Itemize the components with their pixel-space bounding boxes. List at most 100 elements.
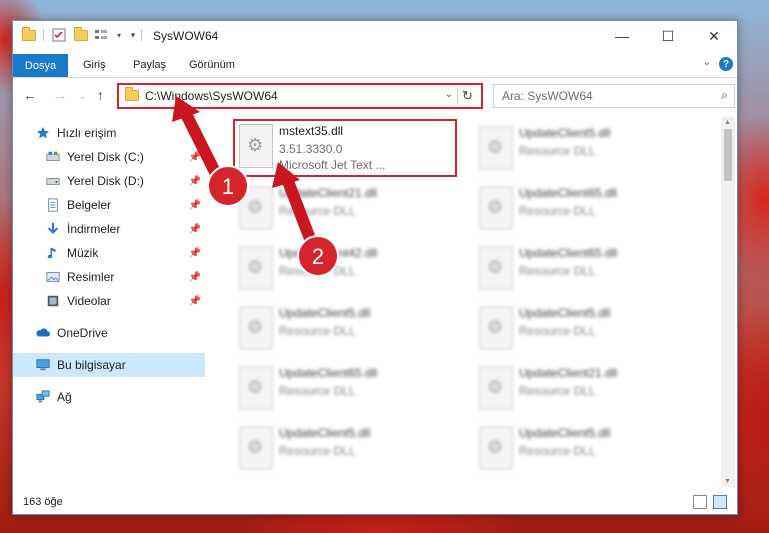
file-type: Resource DLL xyxy=(279,324,356,338)
sidebar-item-label: Hızlı erişim xyxy=(57,126,117,140)
sidebar-item-documents[interactable]: Belgeler 📌 xyxy=(13,193,205,217)
folder-icon[interactable] xyxy=(21,26,37,43)
expand-ribbon-icon[interactable]: ⌄ xyxy=(703,57,711,68)
file-item[interactable]: UpdateClient5.dll Resource DLL xyxy=(471,121,695,177)
sidebar-item-local-disk-c[interactable]: Yerel Disk (C:) 📌 xyxy=(13,145,205,169)
tab-view[interactable]: Görünüm xyxy=(189,59,235,71)
sidebar-item-videos[interactable]: Videolar 📌 xyxy=(13,289,205,313)
pictures-icon xyxy=(46,272,60,282)
pin-icon[interactable]: 📌 xyxy=(189,152,201,163)
file-item[interactable]: UpdateClient21.dll Resource DLL xyxy=(471,361,695,417)
search-input[interactable]: Ara: SysWOW64 ⌕ xyxy=(493,84,735,108)
pin-icon[interactable]: 📌 xyxy=(189,248,201,259)
dll-file-icon xyxy=(479,186,513,230)
drive-icon xyxy=(46,177,60,185)
dll-file-icon xyxy=(479,306,513,350)
dll-file-icon xyxy=(479,426,513,470)
vertical-scrollbar[interactable]: ▲ ▼ xyxy=(721,117,735,487)
maximize-button[interactable]: ☐ xyxy=(645,21,691,51)
dll-file-icon xyxy=(479,246,513,290)
sidebar-item-downloads[interactable]: İndirmeler 📌 xyxy=(13,217,205,241)
file-name: UpdateClient42.dll xyxy=(279,246,378,260)
view-menu-icon[interactable] xyxy=(93,27,109,43)
file-type: Resource DLL xyxy=(519,264,596,278)
status-bar: 163 öğe xyxy=(13,490,737,514)
star-icon xyxy=(36,126,50,139)
sidebar-item-onedrive[interactable]: OneDrive xyxy=(13,321,205,345)
tiles-view-icon[interactable] xyxy=(713,495,727,509)
scroll-thumb[interactable] xyxy=(724,129,732,181)
file-item[interactable]: UpdateClient42.dll Resource DLL xyxy=(231,241,455,297)
properties-icon[interactable] xyxy=(51,27,67,43)
sidebar-item-local-disk-d[interactable]: Yerel Disk (D:) 📌 xyxy=(13,169,205,193)
sidebar-item-label: İndirmeler xyxy=(67,222,121,236)
file-name: UpdateClient65.dll xyxy=(279,366,378,380)
file-item-mstext35[interactable]: mstext35.dll 3.51.3330.0 Microsoft Jet T… xyxy=(231,119,457,177)
pin-icon[interactable]: 📌 xyxy=(189,224,201,235)
drive-icon xyxy=(46,151,60,161)
file-type: Resource DLL xyxy=(519,384,596,398)
window-title: SysWOW64 xyxy=(153,29,219,43)
title-bar: ▾ ▾ SysWOW64 — ☐ ✕ xyxy=(13,21,737,51)
sidebar-item-pictures[interactable]: Resimler 📌 xyxy=(13,265,205,289)
sidebar-item-music[interactable]: Müzik 📌 xyxy=(13,241,205,265)
dll-file-icon xyxy=(239,186,273,230)
tab-file[interactable]: Dosya xyxy=(13,54,68,77)
sidebar-item-label: Ağ xyxy=(57,390,72,404)
details-view-icon[interactable] xyxy=(693,495,707,509)
pin-icon[interactable]: 📌 xyxy=(189,296,201,307)
item-count: 163 öğe xyxy=(23,496,63,508)
search-icon[interactable]: ⌕ xyxy=(721,88,728,103)
new-folder-icon[interactable] xyxy=(73,26,89,43)
file-type: Resource DLL xyxy=(519,204,596,218)
file-item[interactable]: UpdateClient5.dll Resource DLL xyxy=(231,301,455,357)
file-item[interactable]: UpdateClient65.dll Resource DLL xyxy=(471,241,695,297)
download-icon xyxy=(47,222,59,234)
file-item[interactable]: UpdateClient65.dll Resource DLL xyxy=(231,361,455,417)
file-item[interactable]: UpdateClient5.dll Resource DLL xyxy=(471,301,695,357)
sidebar-item-network[interactable]: Ağ xyxy=(13,385,205,409)
file-item[interactable]: UpdateClient5.dll Resource DLL xyxy=(471,421,695,477)
dll-file-icon xyxy=(239,246,273,290)
pin-icon[interactable]: 📌 xyxy=(189,200,201,211)
navigation-pane: Hızlı erişim Yerel Disk (C:) 📌 Yerel Dis… xyxy=(13,117,205,487)
recent-locations-icon[interactable]: ⌄ xyxy=(79,91,87,102)
address-bar[interactable]: C:\Windows\SysWOW64 ⌄ ↻ xyxy=(117,83,483,109)
sidebar-item-label: Yerel Disk (D:) xyxy=(67,174,144,188)
divider xyxy=(43,29,44,41)
sidebar-item-quick-access[interactable]: Hızlı erişim xyxy=(13,121,205,145)
pin-icon[interactable]: 📌 xyxy=(189,176,201,187)
file-item[interactable]: UpdateClient21.dll Resource DLL xyxy=(231,181,455,237)
file-type: Resource DLL xyxy=(519,324,596,338)
dll-file-icon xyxy=(239,366,273,410)
customize-toolbar-icon[interactable]: ▾ xyxy=(125,27,141,43)
forward-button[interactable]: → xyxy=(53,87,67,103)
file-name: UpdateClient65.dll xyxy=(519,246,618,260)
sidebar-item-this-pc[interactable]: Bu bilgisayar xyxy=(13,353,205,377)
up-button[interactable]: ↑ xyxy=(97,87,104,103)
back-button[interactable]: ← xyxy=(23,87,37,103)
refresh-icon[interactable]: ↻ xyxy=(457,86,477,106)
sidebar-item-label: OneDrive xyxy=(57,326,108,340)
sidebar-item-label: Belgeler xyxy=(67,198,112,212)
file-type: Resource DLL xyxy=(519,144,596,158)
file-type: Resource DLL xyxy=(279,204,356,218)
chevron-down-icon[interactable]: ⌄ xyxy=(445,89,453,100)
sidebar-item-label: Resimler xyxy=(67,270,115,284)
file-name: mstext35.dll xyxy=(279,124,344,138)
tab-home[interactable]: Giriş xyxy=(83,59,106,71)
sidebar-item-label: Yerel Disk (C:) xyxy=(67,150,144,164)
dll-file-icon xyxy=(479,126,513,170)
file-item[interactable]: UpdateClient5.dll Resource DLL xyxy=(231,421,455,477)
scroll-up-icon[interactable]: ▲ xyxy=(724,119,731,126)
scroll-down-icon[interactable]: ▼ xyxy=(724,478,731,485)
close-button[interactable]: ✕ xyxy=(691,21,737,51)
file-description: Microsoft Jet Text ... xyxy=(279,158,386,172)
address-path[interactable]: C:\Windows\SysWOW64 xyxy=(145,89,278,103)
pin-icon[interactable]: 📌 xyxy=(189,272,201,283)
music-icon xyxy=(47,247,56,259)
tab-share[interactable]: Paylaş xyxy=(133,59,166,71)
help-icon[interactable]: ? xyxy=(719,57,733,71)
minimize-button[interactable]: — xyxy=(599,21,645,51)
file-item[interactable]: UpdateClient65.dll Resource DLL xyxy=(471,181,695,237)
